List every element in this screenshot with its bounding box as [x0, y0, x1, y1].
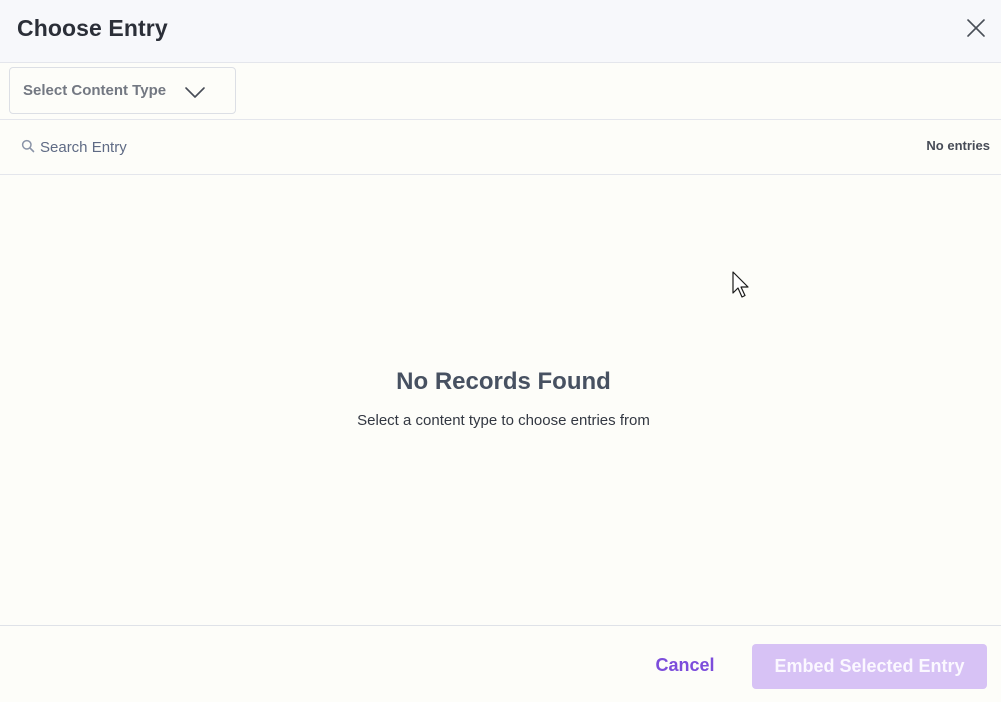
close-icon [967, 19, 985, 37]
content-type-select[interactable]: Select Content Type [9, 67, 236, 114]
empty-state: No Records Found Select a content type t… [0, 175, 1001, 625]
mouse-pointer-icon [731, 271, 751, 301]
content-type-select-label: Select Content Type [23, 82, 167, 99]
filter-bar: Select Content Type [0, 63, 1001, 120]
search-bar: No entries [0, 120, 1001, 175]
close-button[interactable] [962, 14, 990, 42]
entry-count: No entries [926, 138, 990, 153]
choose-entry-modal: Choose Entry Select Content Type N [0, 0, 1001, 702]
modal-footer: Cancel Embed Selected Entry [0, 625, 1001, 702]
empty-state-subtitle: Select a content type to choose entries … [357, 412, 650, 429]
chevron-down-icon [184, 82, 206, 102]
search-icon [21, 139, 35, 153]
search-input[interactable] [40, 134, 440, 160]
modal-title: Choose Entry [17, 15, 168, 41]
embed-selected-entry-button[interactable]: Embed Selected Entry [752, 644, 987, 689]
modal-header: Choose Entry [0, 0, 1001, 63]
empty-state-title: No Records Found [396, 368, 611, 395]
cancel-button[interactable]: Cancel [640, 646, 730, 684]
